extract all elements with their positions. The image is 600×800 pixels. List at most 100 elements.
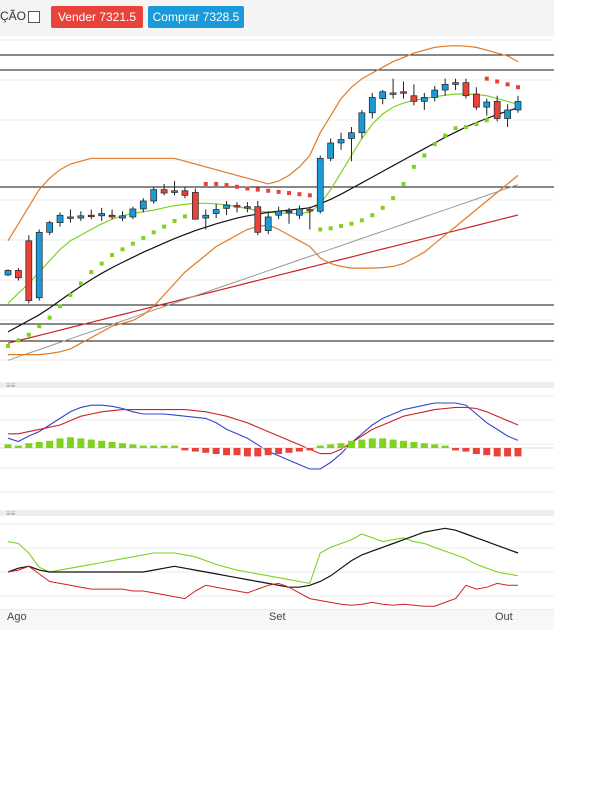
histogram-bar bbox=[389, 439, 397, 448]
psar-dot bbox=[6, 344, 10, 349]
psar-dot bbox=[130, 241, 135, 246]
psar-dot bbox=[68, 292, 73, 297]
candle-body bbox=[160, 189, 168, 194]
histogram-bar bbox=[410, 442, 418, 448]
candle-body bbox=[15, 270, 22, 279]
candle-body bbox=[67, 216, 74, 219]
chart-svg: ≡≡ ≡≡ bbox=[0, 39, 554, 630]
histogram-bar bbox=[431, 444, 439, 448]
psar-dot bbox=[234, 184, 239, 189]
candle-body bbox=[431, 89, 439, 98]
psar-dot bbox=[287, 191, 292, 196]
candle-body bbox=[264, 216, 272, 231]
histogram-bar bbox=[514, 448, 522, 457]
stoch-d-line bbox=[7, 527, 519, 588]
psar-dot bbox=[162, 224, 167, 229]
psar-dot bbox=[245, 186, 250, 191]
psar-dot bbox=[359, 218, 364, 223]
psar-dot bbox=[297, 192, 302, 197]
histogram-bar bbox=[306, 448, 314, 451]
histogram-bar bbox=[87, 439, 95, 448]
x-axis-label-ago: Ago bbox=[7, 611, 27, 623]
psar-dot bbox=[495, 79, 500, 84]
candle-body bbox=[202, 214, 210, 219]
histogram-bar bbox=[98, 440, 106, 448]
histogram-bar bbox=[452, 448, 460, 451]
psar-dot bbox=[276, 189, 281, 194]
candle-body bbox=[441, 84, 449, 91]
histogram-bar bbox=[171, 445, 179, 448]
candle-body bbox=[296, 208, 303, 216]
psar-dot bbox=[318, 227, 323, 232]
candle-body bbox=[35, 231, 43, 299]
psar-dot bbox=[463, 125, 468, 130]
candle-body bbox=[389, 92, 397, 95]
candle-body bbox=[46, 222, 53, 233]
histogram-bar bbox=[483, 448, 491, 456]
psar-dot bbox=[401, 181, 406, 186]
buy-button[interactable]: Comprar 7328.5 bbox=[148, 6, 244, 28]
psar-dot bbox=[370, 213, 375, 218]
psar-dot bbox=[328, 226, 333, 231]
candle-body bbox=[462, 82, 470, 97]
psar-dot bbox=[172, 218, 177, 223]
histogram-bar bbox=[4, 444, 12, 448]
histogram-bar bbox=[150, 445, 158, 448]
histogram-bar bbox=[327, 444, 335, 448]
histogram-bar bbox=[181, 448, 189, 451]
sma-mid-line bbox=[7, 107, 519, 333]
psar-dot bbox=[255, 187, 260, 192]
histogram-bar bbox=[233, 448, 241, 456]
sell-button[interactable]: Vender 7321.5 bbox=[51, 6, 143, 28]
candle-body bbox=[452, 82, 459, 85]
histogram-bar bbox=[243, 448, 251, 457]
candle-body bbox=[233, 205, 241, 208]
candle-body bbox=[358, 112, 366, 134]
candle-body bbox=[473, 93, 480, 108]
candle-body bbox=[254, 206, 262, 233]
candle-body bbox=[77, 215, 85, 219]
psar-dot bbox=[516, 85, 520, 90]
histogram-bar bbox=[66, 437, 74, 448]
candle-body bbox=[306, 209, 314, 212]
histogram-bar bbox=[493, 448, 501, 457]
candle-body bbox=[139, 200, 147, 210]
psar-dot bbox=[26, 332, 31, 337]
histogram-bar bbox=[56, 438, 64, 448]
psar-dot bbox=[307, 193, 312, 198]
candle-body bbox=[348, 132, 355, 139]
candle-body bbox=[108, 214, 116, 218]
candle-body bbox=[275, 210, 282, 216]
histogram-bar bbox=[368, 438, 376, 448]
psar-dot bbox=[349, 221, 354, 226]
candle-body bbox=[223, 204, 230, 209]
signal-line bbox=[8, 406, 519, 455]
candle-body bbox=[212, 209, 220, 214]
macd-pane-grip: ≡≡ bbox=[6, 381, 16, 390]
candle-body bbox=[25, 240, 33, 301]
toolbar-checkbox[interactable] bbox=[28, 11, 40, 23]
candle-body bbox=[368, 97, 376, 114]
candle-body bbox=[285, 210, 293, 214]
histogram-bar bbox=[254, 448, 262, 457]
histogram-bar bbox=[379, 438, 387, 448]
histogram-bar bbox=[420, 443, 428, 448]
histogram-bar bbox=[441, 445, 449, 448]
histogram-bar bbox=[275, 448, 283, 454]
histogram-bar bbox=[77, 438, 85, 448]
psar-dot bbox=[182, 214, 187, 219]
candle-body bbox=[493, 101, 501, 119]
candle-body bbox=[56, 214, 64, 223]
histogram-bar bbox=[400, 440, 408, 448]
candle-body bbox=[129, 208, 137, 218]
histogram-bar bbox=[118, 443, 126, 448]
psar-dot bbox=[214, 181, 219, 186]
price-chart-area[interactable]: ≡≡ ≡≡ bbox=[0, 36, 554, 630]
psar-dot bbox=[339, 224, 344, 229]
histogram-bar bbox=[191, 448, 199, 452]
histogram-bar bbox=[295, 448, 303, 452]
toolbar-label: ÇÃO bbox=[0, 9, 27, 23]
histogram-bar bbox=[212, 448, 220, 454]
psar-dot bbox=[151, 230, 156, 235]
histogram-bar bbox=[14, 445, 22, 448]
